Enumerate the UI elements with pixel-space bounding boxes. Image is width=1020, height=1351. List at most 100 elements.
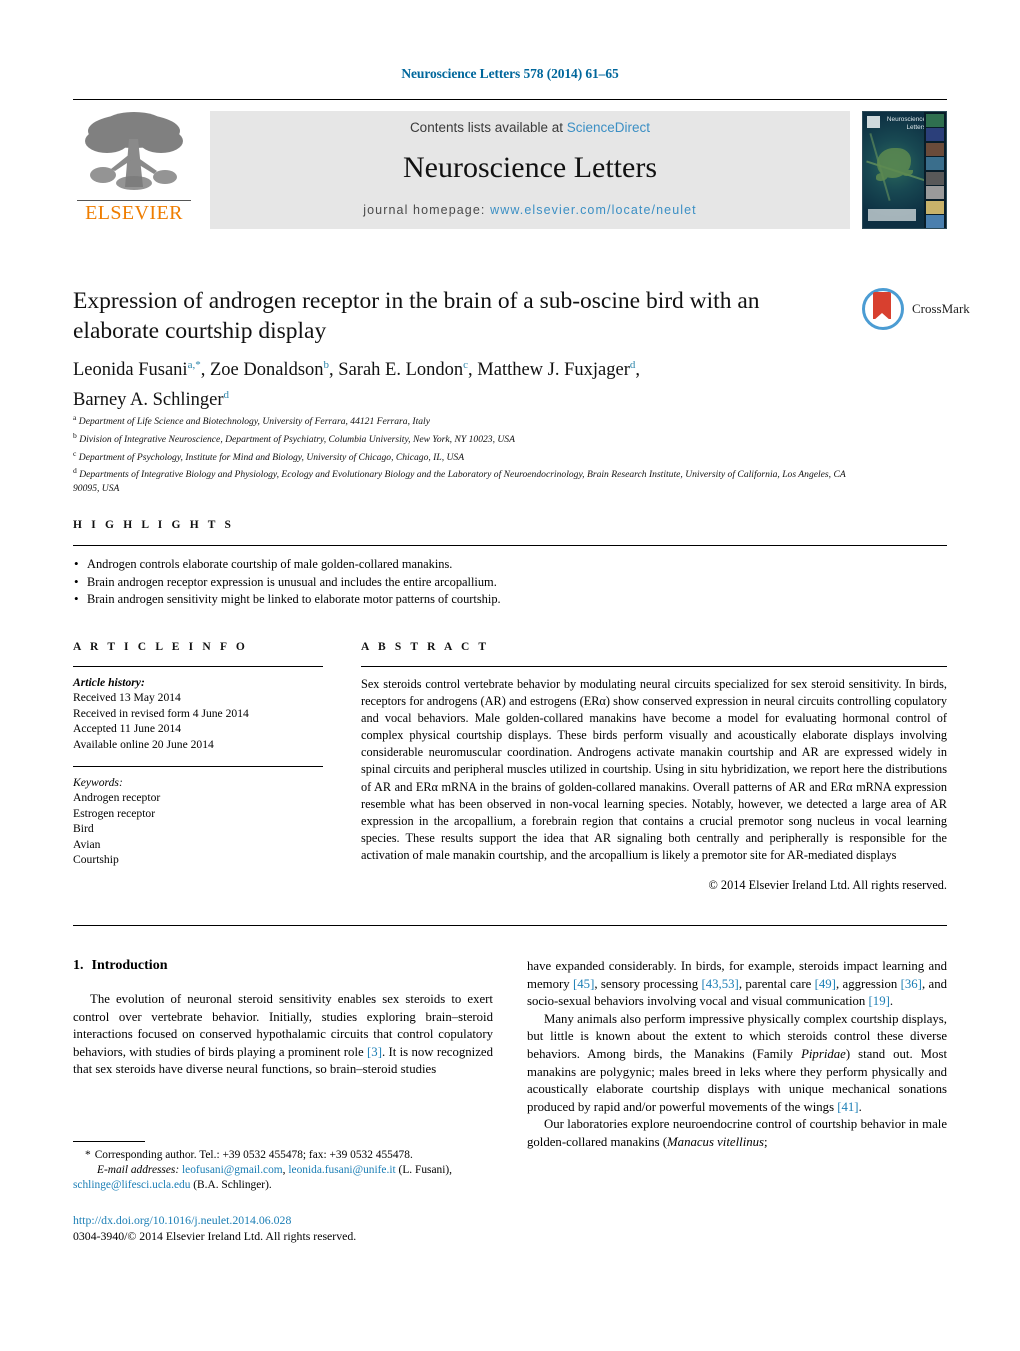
keyword-item: Avian [73, 837, 101, 851]
citation-ref[interactable]: [43,53] [701, 977, 738, 991]
email-owner: (B.A. Schlinger). [193, 1179, 272, 1192]
section-title: Introduction [91, 958, 168, 973]
crossmark-label: CrossMark [912, 301, 970, 316]
body-divider-rule [73, 925, 947, 926]
section-number: 1. [73, 958, 84, 973]
homepage-url-link[interactable]: www.elsevier.com/locate/neulet [490, 203, 697, 217]
cover-cell [926, 157, 944, 171]
doi-link[interactable]: http://dx.doi.org/10.1016/j.neulet.2014.… [73, 1212, 503, 1228]
keyword-item: Estrogen receptor [73, 806, 156, 820]
elsevier-tree-icon [85, 112, 183, 190]
email-link[interactable]: leonida.fusani@unife.it [288, 1164, 395, 1176]
body-column-right: have expanded considerably. In birds, fo… [527, 958, 947, 1152]
intro-paragraph-right-3: Our laboratories explore neuroendocrine … [527, 1116, 947, 1151]
keywords-label: Keywords: [73, 776, 123, 790]
author-name: Leonida Fusani [73, 360, 188, 381]
affiliation-text: Departments of Integrative Biology and P… [73, 469, 846, 495]
abstract-text: Sex steroids control vertebrate behavior… [361, 677, 947, 862]
running-head: Neuroscience Letters 578 (2014) 61–65 [401, 66, 619, 81]
footnotes-block: * Corresponding author. Tel.: +39 0532 45… [73, 1141, 493, 1194]
contents-prefix: Contents lists available at [409, 120, 567, 135]
cover-caption-block [868, 209, 916, 221]
author-name: Matthew J. Fuxjager [477, 360, 630, 381]
highlight-item: Brain androgen sensitivity might be link… [73, 590, 947, 609]
affiliation-mark: b [73, 430, 77, 440]
citation-ref[interactable]: [19] [869, 994, 890, 1008]
corresponding-author-note: * Corresponding author. Tel.: +39 0532 45… [73, 1148, 493, 1163]
taxon-name: Pipridae [801, 1046, 846, 1061]
author-name: Sarah E. London [338, 360, 464, 381]
journal-cover-thumbnail[interactable]: Neuroscience Letters [862, 111, 947, 229]
cover-publisher-badge [867, 116, 880, 128]
affiliation-mark: d [73, 466, 77, 476]
journal-masthead: ELSEVIER Contents lists available at Sci… [73, 99, 947, 230]
para-text: . [889, 994, 894, 1009]
keyword-item: Courtship [73, 853, 119, 867]
sciencedirect-link[interactable]: ScienceDirect [567, 120, 650, 135]
intro-paragraph-left: The evolution of neuronal steroid sensit… [73, 991, 493, 1079]
cover-cell [926, 114, 944, 127]
affiliation-list: a Department of Life Science and Biotech… [73, 411, 873, 496]
citation-ref[interactable]: [45] [573, 977, 594, 991]
journal-homepage-line: journal homepage: www.elsevier.com/locat… [210, 203, 850, 217]
body-column-left: 1. Introduction The evolution of neuronal… [73, 958, 493, 1079]
cover-image-strip [924, 112, 946, 228]
section-heading-introduction: 1. Introduction [73, 958, 493, 974]
para-text: . [858, 1099, 862, 1114]
article-title: Expression of androgen receptor in the b… [73, 288, 760, 344]
history-item: Available online 20 June 2014 [73, 737, 214, 751]
masthead-banner: Contents lists available at ScienceDirec… [210, 111, 850, 229]
intro-paragraph-right-2: Many animals also perform impressive phy… [527, 1011, 947, 1117]
keywords-block: Keywords: Androgen receptor Estrogen rec… [73, 767, 328, 867]
affiliation-text: Division of Integrative Neuroscience, De… [79, 433, 515, 445]
doi-block: http://dx.doi.org/10.1016/j.neulet.2014.… [73, 1212, 503, 1244]
article-info-section: A R T I C L E I N F O Article history: R… [73, 641, 328, 867]
masthead-top-rule [73, 99, 947, 100]
email-label: E-mail addresses: [97, 1164, 180, 1177]
cover-cell [926, 215, 944, 228]
citation-ref[interactable]: [41] [837, 1100, 858, 1114]
author-mark: d [629, 359, 636, 371]
cover-cell [926, 200, 944, 214]
crossmark-badge[interactable]: CrossMark [862, 288, 970, 332]
affiliation-item: a Department of Life Science and Biotech… [73, 411, 873, 429]
citation-ref[interactable]: [49] [815, 977, 836, 991]
article-history-block: Article history: Received 13 May 2014 Re… [73, 667, 328, 752]
cover-cell [926, 186, 944, 200]
keyword-item: Androgen receptor [73, 791, 161, 805]
asterisk-marker: * [85, 1149, 91, 1161]
author-name: Barney A. Schlinger [73, 390, 224, 411]
corresponding-author-text: Corresponding author. Tel.: +39 0532 455… [94, 1149, 413, 1161]
history-item: Received 13 May 2014 [73, 691, 181, 705]
affiliation-mark: c [73, 448, 77, 458]
cover-cell [926, 171, 944, 185]
para-text: , sensory processing [594, 976, 702, 991]
para-text: , aggression [835, 976, 901, 991]
article-history-label: Article history: [73, 676, 145, 689]
email-link[interactable]: leofusani@gmail.com [182, 1164, 283, 1176]
journal-article-page: Neuroscience Letters 578 (2014) 61–65 EL… [0, 0, 1020, 1351]
affiliation-mark: a [73, 413, 77, 422]
affiliation-text: Department of Psychology, Institute for … [78, 451, 465, 463]
para-text: , parental care [738, 976, 815, 991]
email-addresses-note: E-mail addresses: leofusani@gmail.com, l… [73, 1163, 493, 1193]
history-item: Accepted 11 June 2014 [73, 722, 182, 736]
abstract-heading: A B S T R A C T [361, 641, 490, 653]
author-name: Zoe Donaldson [209, 360, 324, 381]
highlights-heading: H I G H L I G H T S [73, 519, 235, 531]
elsevier-wordmark: ELSEVIER [85, 202, 183, 224]
cover-cell [926, 142, 944, 156]
highlight-item: Androgen controls elaborate courtship of… [73, 555, 947, 574]
author-mark: b [323, 359, 330, 371]
cover-journal-title: Neuroscience Letters [886, 116, 926, 131]
abstract-copyright: © 2014 Elsevier Ireland Ltd. All rights … [708, 878, 947, 893]
email-link[interactable]: schlinge@lifesci.ucla.edu [73, 1179, 190, 1191]
affiliation-text: Department of Life Science and Biotechno… [78, 416, 430, 428]
citation-ref[interactable]: [3] [367, 1045, 382, 1059]
citation-ref[interactable]: [36] [901, 977, 922, 991]
cover-cell [926, 128, 944, 142]
para-text: ; [764, 1134, 768, 1149]
affiliation-item: b Division of Integrative Neuroscience, … [73, 429, 873, 447]
author-mark: c [463, 359, 469, 371]
author-mark[interactable]: a,* [188, 359, 201, 371]
